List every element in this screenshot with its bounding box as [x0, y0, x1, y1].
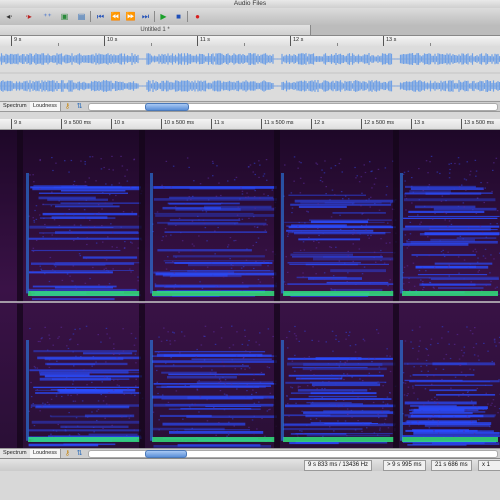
window-title: Audio Files — [233, 0, 267, 7]
spectrogram-view[interactable] — [0, 130, 500, 448]
sync-scroll-icon[interactable]: ⇅ — [75, 449, 84, 458]
ruler-label: 13 s — [411, 119, 424, 129]
go-to-start-icon[interactable]: ⏮ — [94, 10, 107, 23]
ruler-label: 12 s 500 ms — [361, 119, 394, 129]
fast-forward-icon[interactable]: ⏩ — [124, 10, 137, 23]
toolbar: ◂‧ ‧▸ ⁺⁺ ▣ ▤ ⏮ ⏪ ⏩ ⏭ ▶ ■ ● — [0, 8, 500, 26]
ruler-label: 12 s — [290, 36, 303, 46]
ruler-label: 9 s — [11, 119, 21, 129]
record-icon[interactable]: ● — [191, 10, 204, 23]
play-icon[interactable]: ▶ — [157, 10, 170, 23]
ruler-label: 12 s — [311, 119, 324, 129]
rewind-icon[interactable]: ⏪ — [109, 10, 122, 23]
zoom-readout: x 1 — [478, 460, 500, 471]
ruler-label: 10 s — [111, 119, 124, 129]
ruler-label: 10 s — [104, 36, 117, 46]
toolbar-separator — [154, 11, 155, 22]
document-tab-bar: Untitled 1 * — [0, 25, 500, 36]
toolbar-separator — [90, 11, 91, 22]
stop-icon[interactable]: ■ — [172, 10, 185, 23]
overview-panel-tabs: Spectrum Loudness ⚷ ⇅ — [0, 101, 500, 112]
zoom-icon[interactable]: ⁺⁺ — [41, 10, 54, 23]
ruler-label: 13 s 500 ms — [461, 119, 494, 129]
ruler-label: 11 s — [197, 36, 210, 46]
spectrogram-time-ruler[interactable]: 9 s 9 s 500 ms 10 s 10 s 500 ms 11 s 11 … — [0, 119, 500, 130]
ruler-label: 9 s 500 ms — [61, 119, 91, 129]
sync-scroll-icon[interactable]: ⇅ — [75, 102, 84, 111]
toolbar-separator — [187, 11, 188, 22]
tab-loudness[interactable]: Loudness — [30, 102, 61, 111]
ruler-label: 10 s 500 ms — [161, 119, 194, 129]
tab-loudness[interactable]: Loudness — [30, 449, 61, 458]
waveform-overview[interactable] — [0, 46, 500, 100]
ruler-label: 11 s — [211, 119, 224, 129]
document-tab[interactable]: Untitled 1 * — [0, 25, 311, 35]
ruler-label: 13 s — [383, 36, 396, 46]
selection-start-readout: > 9 s 995 ms — [383, 460, 426, 471]
go-to-end-icon[interactable]: ⏭ — [139, 10, 152, 23]
ruler-label: 11 s 500 ms — [261, 119, 294, 129]
waveform-svg — [0, 53, 500, 92]
tab-spectrum[interactable]: Spectrum — [0, 449, 31, 458]
cursor-left-arrow-icon[interactable]: ◂‧ — [3, 10, 16, 23]
scrollbar-thumb[interactable] — [145, 103, 189, 111]
length-readout: 21 s 686 ms — [431, 460, 472, 471]
cursor-position-readout: 9 s 833 ms / 13436 Hz — [304, 460, 373, 471]
key-icon[interactable]: ⚷ — [63, 102, 72, 111]
spectrogram-svg — [0, 130, 500, 448]
status-bar: 9 s 833 ms / 13436 Hz > 9 s 995 ms 21 s … — [0, 458, 500, 471]
tab-spectrum[interactable]: Spectrum — [0, 102, 31, 111]
monitor-icon[interactable]: ▤ — [75, 10, 88, 23]
record-settings-icon[interactable]: ▣ — [58, 10, 71, 23]
key-icon[interactable]: ⚷ — [63, 449, 72, 458]
cursor-right-arrow-icon[interactable]: ‧▸ — [22, 10, 35, 23]
ruler-label: 9 s — [11, 36, 21, 46]
scrollbar-thumb[interactable] — [145, 450, 187, 458]
